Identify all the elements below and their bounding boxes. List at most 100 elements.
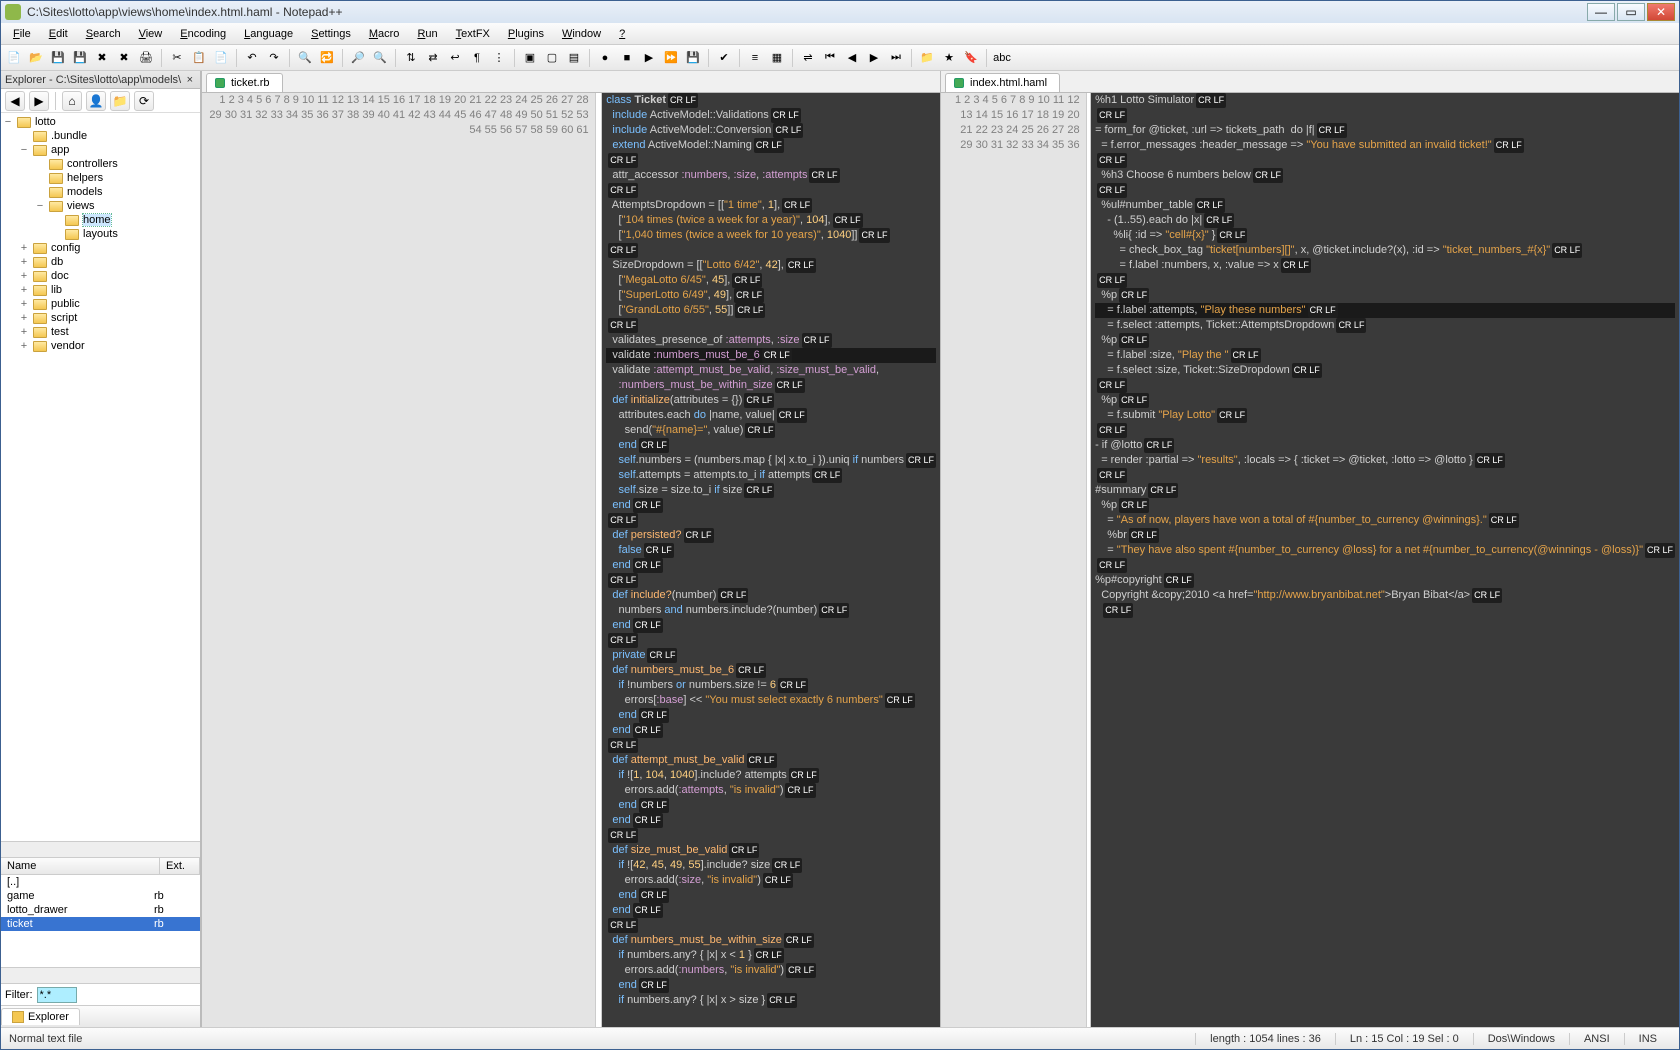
macro-save-icon[interactable]: 💾 xyxy=(684,49,702,67)
menu-run[interactable]: Run xyxy=(409,26,445,42)
tab-ticket-rb[interactable]: ticket.rb xyxy=(206,73,283,92)
minimize-button[interactable]: — xyxy=(1587,3,1615,21)
menu-file[interactable]: File xyxy=(5,26,39,42)
tree-node-home[interactable]: home xyxy=(3,213,198,227)
menu-language[interactable]: Language xyxy=(236,26,301,42)
menu-window[interactable]: Window xyxy=(554,26,609,42)
tree-node-test[interactable]: +test xyxy=(3,325,198,339)
tree-node-lib[interactable]: +lib xyxy=(3,283,198,297)
replace-icon[interactable]: 🔁 xyxy=(318,49,336,67)
func-list-icon[interactable]: ≡ xyxy=(746,49,764,67)
tree-root[interactable]: −lotto xyxy=(3,115,198,129)
find-icon[interactable]: 🔍 xyxy=(296,49,314,67)
macro-play-multi-icon[interactable]: ⏩ xyxy=(662,49,680,67)
tree-node-layouts[interactable]: layouts xyxy=(3,227,198,241)
close-button[interactable]: ✕ xyxy=(1647,3,1675,21)
col-name[interactable]: Name xyxy=(1,858,160,874)
unfold-all-icon[interactable]: ▢ xyxy=(543,49,561,67)
file-list-header[interactable]: Name Ext. xyxy=(1,858,200,875)
col-ext[interactable]: Ext. xyxy=(160,858,200,874)
next-diff-icon[interactable]: ▶ xyxy=(865,49,883,67)
toggle-icon[interactable]: ⟳ xyxy=(134,91,154,111)
macro-play-icon[interactable]: ▶ xyxy=(640,49,658,67)
tree-node-models[interactable]: models xyxy=(3,185,198,199)
left-fold-column[interactable] xyxy=(596,93,603,1027)
back-icon[interactable]: ◀ xyxy=(5,91,25,111)
explorer-header[interactable]: Explorer - C:\Sites\lotto\app\models\ × xyxy=(1,71,200,89)
fold-all-icon[interactable]: ▣ xyxy=(521,49,539,67)
filter-input[interactable] xyxy=(37,987,77,1003)
redo-icon[interactable]: ↷ xyxy=(265,49,283,67)
new-file-icon[interactable]: 📄 xyxy=(5,49,23,67)
hide-lines-icon[interactable]: ▤ xyxy=(565,49,583,67)
file-row-lotto_drawer[interactable]: lotto_drawerrb xyxy=(1,903,200,917)
left-editor[interactable]: 1 2 3 4 5 6 7 8 9 10 11 12 13 14 15 16 1… xyxy=(202,93,940,1027)
tree-node-db[interactable]: +db xyxy=(3,255,198,269)
file-row-ticket[interactable]: ticketrb xyxy=(1,917,200,931)
file-row-[..][interactable]: [..] xyxy=(1,875,200,889)
paste-icon[interactable]: 📄 xyxy=(212,49,230,67)
filelist-hscroll[interactable] xyxy=(1,967,200,983)
titlebar[interactable]: C:\Sites\lotto\app\views\home\index.html… xyxy=(1,1,1679,23)
show-all-chars-icon[interactable]: ¶ xyxy=(468,49,486,67)
forward-icon[interactable]: ▶ xyxy=(29,91,49,111)
prev-diff-icon[interactable]: ◀ xyxy=(843,49,861,67)
user-icon[interactable]: 👤 xyxy=(86,91,106,111)
tree-node-config[interactable]: +config xyxy=(3,241,198,255)
tree-hscroll[interactable] xyxy=(1,841,200,857)
tree-node-app[interactable]: −app xyxy=(3,143,198,157)
last-diff-icon[interactable]: ⏭ xyxy=(887,49,905,67)
indent-guide-icon[interactable]: ⋮ xyxy=(490,49,508,67)
menu-textfx[interactable]: TextFX xyxy=(448,26,498,42)
cut-icon[interactable]: ✂ xyxy=(168,49,186,67)
menu-encoding[interactable]: Encoding xyxy=(172,26,234,42)
home-icon[interactable]: ⌂ xyxy=(62,91,82,111)
tree-node-helpers[interactable]: helpers xyxy=(3,171,198,185)
right-code[interactable]: %h1 Lotto SimulatorCR LFCR LF= form_for … xyxy=(1091,93,1679,1027)
abc-icon[interactable]: abc xyxy=(993,49,1011,67)
menu-macro[interactable]: Macro xyxy=(361,26,408,42)
macro-record-icon[interactable]: ● xyxy=(596,49,614,67)
menu-plugins[interactable]: Plugins xyxy=(500,26,552,42)
save-all-icon[interactable]: 💾 xyxy=(71,49,89,67)
zoom-in-icon[interactable]: 🔎 xyxy=(349,49,367,67)
close-icon[interactable]: ✖ xyxy=(93,49,111,67)
open-file-icon[interactable]: 📂 xyxy=(27,49,45,67)
tree-node-script[interactable]: +script xyxy=(3,311,198,325)
tree-node-public[interactable]: +public xyxy=(3,297,198,311)
maximize-button[interactable]: ▭ xyxy=(1617,3,1645,21)
zoom-out-icon[interactable]: 🔍 xyxy=(371,49,389,67)
menu-view[interactable]: View xyxy=(131,26,171,42)
macro-stop-icon[interactable]: ■ xyxy=(618,49,636,67)
close-all-icon[interactable]: ✖ xyxy=(115,49,133,67)
menu-edit[interactable]: Edit xyxy=(41,26,76,42)
bookmark-icon[interactable]: 🔖 xyxy=(962,49,980,67)
tree-node-views[interactable]: −views xyxy=(3,199,198,213)
save-icon[interactable]: 💾 xyxy=(49,49,67,67)
explorer-close-icon[interactable]: × xyxy=(184,74,196,86)
first-diff-icon[interactable]: ⏮ xyxy=(821,49,839,67)
print-icon[interactable]: 🖨 xyxy=(137,49,155,67)
undo-icon[interactable]: ↶ xyxy=(243,49,261,67)
tree-node-doc[interactable]: +doc xyxy=(3,269,198,283)
copy-icon[interactable]: 📋 xyxy=(190,49,208,67)
explorer-icon[interactable]: 📁 xyxy=(918,49,936,67)
left-code[interactable]: class TicketCR LF include ActiveModel::V… xyxy=(602,93,940,1027)
folder-tree[interactable]: −lotto .bundle−app controllers helpers m… xyxy=(1,113,200,841)
menu-search[interactable]: Search xyxy=(78,26,129,42)
menu-settings[interactable]: Settings xyxy=(303,26,359,42)
explorer-tab[interactable]: Explorer xyxy=(1,1008,80,1025)
compare-icon[interactable]: ⇌ xyxy=(799,49,817,67)
sync-h-icon[interactable]: ⇄ xyxy=(424,49,442,67)
tree-node-.bundle[interactable]: .bundle xyxy=(3,129,198,143)
new-folder-icon[interactable]: 📁 xyxy=(110,91,130,111)
spell-check-icon[interactable]: ✔ xyxy=(715,49,733,67)
doc-map-icon[interactable]: ▦ xyxy=(768,49,786,67)
right-editor[interactable]: 1 2 3 4 5 6 7 8 9 10 11 12 13 14 15 16 1… xyxy=(941,93,1679,1027)
wrap-icon[interactable]: ↩ xyxy=(446,49,464,67)
file-row-game[interactable]: gamerb xyxy=(1,889,200,903)
tree-node-vendor[interactable]: +vendor xyxy=(3,339,198,353)
menu-?[interactable]: ? xyxy=(611,26,633,42)
favorites-icon[interactable]: ★ xyxy=(940,49,958,67)
tree-node-controllers[interactable]: controllers xyxy=(3,157,198,171)
